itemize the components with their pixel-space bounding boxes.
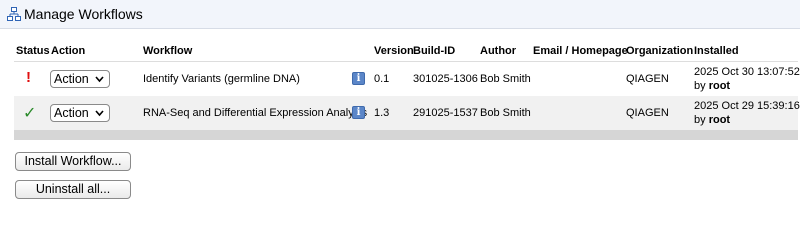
table-footer-bar (14, 130, 798, 140)
error-status-icon: ! (26, 69, 31, 86)
col-version[interactable]: Version (374, 45, 414, 57)
chevron-down-icon (95, 73, 104, 88)
workflow-icon (7, 7, 21, 21)
action-dropdown[interactable]: Action (50, 104, 110, 122)
workflow-name: RNA-Seq and Differential Expression Anal… (143, 107, 368, 119)
installed-by-prefix: by (694, 80, 706, 92)
workflow-name: Identify Variants (germline DNA) (143, 73, 300, 85)
chevron-down-icon (95, 107, 104, 122)
installed-by-user: root (708, 80, 731, 92)
col-author[interactable]: Author (480, 45, 516, 57)
install-workflow-button[interactable]: Install Workflow... (15, 152, 131, 171)
installed-by-prefix: by (694, 114, 706, 126)
workflows-table: Status Action Workflow Version Build-ID … (14, 41, 800, 140)
col-organization[interactable]: Organization (626, 45, 693, 57)
action-dropdown-label: Action (54, 72, 89, 86)
table-header: Status Action Workflow Version Build-ID … (14, 41, 798, 62)
table-row: ! Action Identify Variants (germline DNA… (14, 62, 800, 96)
build-id: 291025-1537 (413, 107, 478, 119)
col-workflow[interactable]: Workflow (143, 45, 192, 57)
author: Bob Smith (480, 107, 531, 119)
action-dropdown-label: Action (54, 106, 89, 120)
installed-by: by root (694, 80, 730, 92)
info-icon[interactable]: i (352, 106, 365, 119)
title-bar: Manage Workflows (0, 0, 800, 29)
organization: QIAGEN (626, 73, 669, 85)
table-row: ✓ Action RNA-Seq and Differential Expres… (14, 96, 800, 130)
col-email[interactable]: Email / Homepage (533, 45, 628, 57)
installed-by-user: root (708, 114, 731, 126)
info-icon[interactable]: i (352, 72, 365, 85)
col-build-id[interactable]: Build-ID (413, 45, 455, 57)
installed-by: by root (694, 114, 730, 126)
check-status-icon: ✓ (23, 105, 37, 122)
author: Bob Smith (480, 73, 531, 85)
col-action[interactable]: Action (51, 45, 85, 57)
version: 0.1 (374, 73, 390, 85)
installed-date: 2025 Oct 30 13:07:52 (694, 66, 800, 78)
organization: QIAGEN (626, 107, 669, 119)
col-status[interactable]: Status (16, 45, 50, 57)
col-installed[interactable]: Installed (694, 45, 739, 57)
installed-date: 2025 Oct 29 15:39:16 (694, 100, 800, 112)
build-id: 301025-1306 (413, 73, 478, 85)
version: 1.3 (374, 107, 390, 119)
page-title: Manage Workflows (24, 6, 143, 22)
action-dropdown[interactable]: Action (50, 70, 110, 88)
uninstall-all-button[interactable]: Uninstall all... (15, 180, 131, 199)
